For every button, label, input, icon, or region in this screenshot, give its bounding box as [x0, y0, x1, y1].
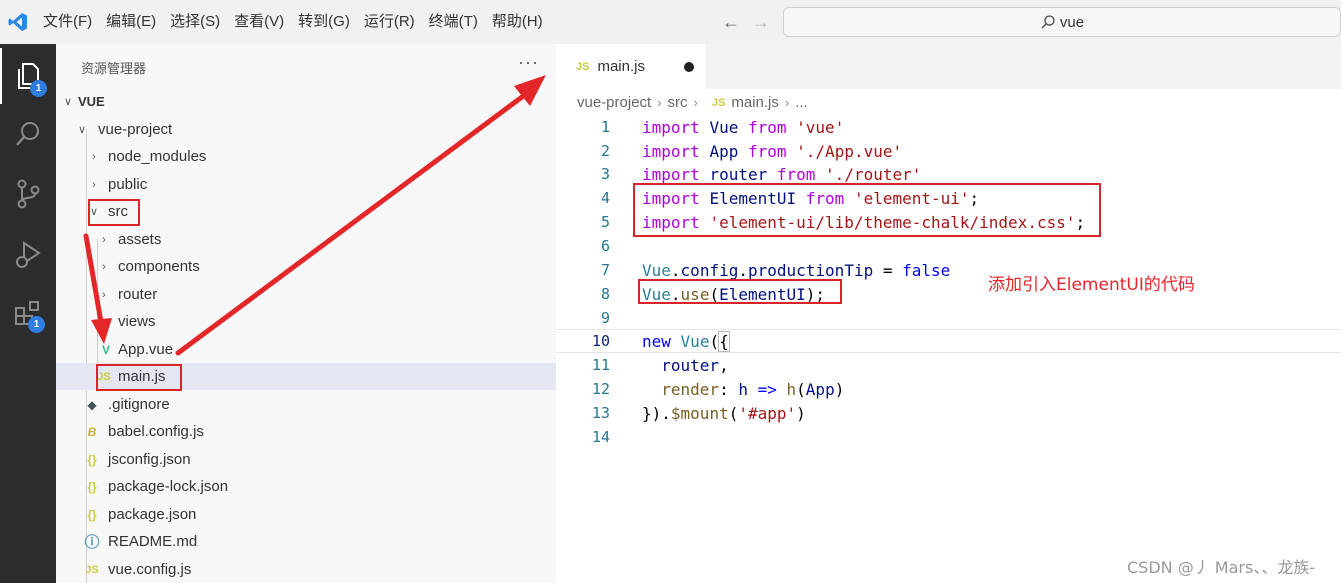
command-center-search[interactable]: vue — [783, 7, 1341, 37]
code-line[interactable]: 14 — [556, 425, 1341, 449]
tree-item-babel-config[interactable]: B babel.config.js — [56, 418, 556, 445]
menu-bar: 文件(F) 编辑(E) 选择(S) 查看(V) 转到(G) 运行(R) 终端(T… — [36, 0, 550, 44]
chevron-right-icon: › — [92, 150, 96, 163]
editor-area: JS main.js vue-project › src › JS main.j… — [556, 44, 1341, 583]
breadcrumb-item[interactable]: vue-project — [577, 94, 651, 111]
code-line[interactable]: 11 router, — [556, 353, 1341, 377]
info-icon: ⓘ — [84, 534, 100, 551]
tree-item-package-lock[interactable]: {} package-lock.json — [56, 473, 556, 500]
menu-file[interactable]: 文件(F) — [36, 0, 99, 44]
json-file-icon: {} — [87, 452, 97, 467]
navigation-arrows: ← → — [722, 0, 770, 44]
js-file-icon: JS — [576, 60, 590, 73]
tree-item-jsconfig[interactable]: {} jsconfig.json — [56, 446, 556, 473]
chevron-right-icon: › — [102, 288, 106, 301]
highlight-box-imports — [633, 183, 1101, 237]
vue-file-icon: V — [101, 342, 110, 357]
git-file-icon: ◆ — [87, 397, 97, 412]
highlight-box-main-js — [96, 364, 182, 391]
highlight-box-vue-use — [638, 279, 842, 304]
tree-item-components[interactable]: › components — [56, 253, 556, 280]
babel-file-icon: B — [87, 424, 97, 439]
back-arrow-icon[interactable]: ← — [722, 12, 740, 33]
js-file-icon: JS — [85, 563, 99, 576]
tab-label: main.js — [597, 58, 645, 75]
tree-item-app-vue[interactable]: V App.vue — [56, 336, 556, 363]
tree-item-gitignore[interactable]: ◆ .gitignore — [56, 391, 556, 418]
extensions-icon[interactable]: 1 — [0, 286, 56, 342]
code-line[interactable]: 9 — [556, 306, 1341, 330]
chevron-right-icon: › — [657, 95, 662, 110]
annotation-text: 添加引入ElementUI的代码 — [988, 275, 1195, 295]
tree-item-assets[interactable]: › assets — [56, 226, 556, 253]
title-bar: 文件(F) 编辑(E) 选择(S) 查看(V) 转到(G) 运行(R) 终端(T… — [0, 0, 1341, 44]
code-line[interactable]: 1 import Vue from 'vue' — [556, 115, 1341, 139]
tree-item-vue-config[interactable]: JS vue.config.js — [56, 556, 556, 583]
breadcrumb-item[interactable]: ... — [795, 94, 808, 111]
explorer-badge: 1 — [30, 80, 47, 97]
sidebar-title: 资源管理器 — [81, 61, 147, 76]
js-file-icon: JS — [711, 96, 726, 109]
breadcrumb: vue-project › src › JS main.js › ... — [577, 94, 808, 111]
source-control-icon[interactable] — [0, 166, 56, 222]
chevron-right-icon: › — [693, 95, 698, 110]
tree-item-public[interactable]: › public — [56, 171, 556, 198]
code-line[interactable]: 12 render: h => h(App) — [556, 377, 1341, 401]
watermark: CSDN @丿 Mars、、龙族- — [1127, 558, 1316, 577]
chevron-right-icon: › — [102, 260, 106, 273]
breadcrumb-item[interactable]: src — [668, 94, 688, 111]
menu-selection[interactable]: 选择(S) — [163, 0, 227, 44]
search-icon — [1041, 15, 1055, 29]
json-file-icon: {} — [87, 479, 97, 494]
menu-help[interactable]: 帮助(H) — [485, 0, 550, 44]
menu-view[interactable]: 查看(V) — [227, 0, 291, 44]
tab-main-js[interactable]: JS main.js — [556, 44, 706, 89]
tree-item-router[interactable]: › router — [56, 281, 556, 308]
chevron-right-icon: › — [92, 178, 96, 191]
menu-edit[interactable]: 编辑(E) — [99, 0, 163, 44]
search-icon[interactable] — [0, 106, 56, 162]
tree-item-vue-project[interactable]: ∨ vue-project — [56, 116, 556, 143]
tree-root-vue[interactable]: ∨ VUE — [56, 88, 556, 115]
more-actions-icon[interactable]: ··· — [518, 52, 539, 73]
chevron-right-icon: › — [784, 95, 790, 110]
explorer-icon[interactable]: 1 — [0, 48, 56, 104]
chevron-down-icon: ∨ — [63, 96, 73, 108]
tree-item-readme[interactable]: ⓘ README.md — [56, 528, 556, 555]
tree-item-views[interactable]: › views — [56, 308, 556, 335]
menu-go[interactable]: 转到(G) — [291, 0, 357, 44]
chevron-right-icon: › — [102, 233, 106, 246]
chevron-right-icon: › — [102, 315, 106, 328]
code-line[interactable]: 13 }).$mount('#app') — [556, 401, 1341, 425]
code-line[interactable]: 2 import App from './App.vue' — [556, 139, 1341, 163]
json-file-icon: {} — [87, 507, 97, 522]
code-line-current[interactable]: 10 new Vue({ — [556, 329, 1341, 353]
forward-arrow-icon[interactable]: → — [752, 12, 770, 33]
unsaved-dot-icon[interactable] — [684, 62, 694, 72]
menu-run[interactable]: 运行(R) — [357, 0, 422, 44]
run-debug-icon[interactable] — [0, 226, 56, 282]
chevron-down-icon: ∨ — [77, 124, 87, 136]
vscode-logo-icon — [0, 0, 36, 44]
explorer-sidebar: 资源管理器 ··· ∨ VUE ∨ vue-project › node_mod… — [56, 44, 556, 583]
tab-bar: JS main.js — [556, 44, 1341, 89]
code-line[interactable]: 6 — [556, 234, 1341, 258]
activity-bar: 1 1 — [0, 44, 56, 583]
tree-item-package-json[interactable]: {} package.json — [56, 501, 556, 528]
tree-item-node-modules[interactable]: › node_modules — [56, 143, 556, 170]
menu-terminal[interactable]: 终端(T) — [422, 0, 485, 44]
command-center-text: vue — [1059, 13, 1085, 31]
breadcrumb-item[interactable]: main.js — [731, 94, 779, 111]
extensions-badge: 1 — [28, 316, 45, 333]
highlight-box-src — [88, 199, 140, 226]
